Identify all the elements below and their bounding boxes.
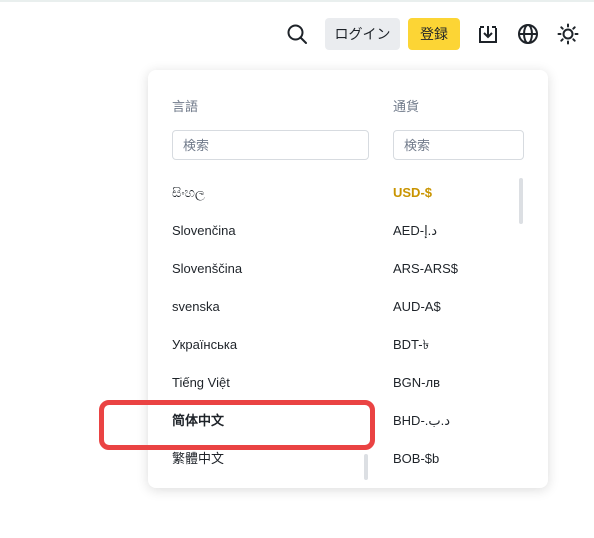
- language-item[interactable]: සිංහල: [172, 174, 367, 212]
- currency-item[interactable]: BOB-$b: [393, 440, 513, 478]
- language-item[interactable]: Slovenčina: [172, 212, 367, 250]
- download-icon[interactable]: [474, 20, 502, 48]
- language-search-input[interactable]: [172, 130, 369, 160]
- currency-item[interactable]: AED-د.إ: [393, 212, 513, 250]
- language-item[interactable]: Slovenščina: [172, 250, 367, 288]
- language-scrollbar[interactable]: [364, 454, 368, 480]
- currency-item[interactable]: BGN-лв: [393, 364, 513, 402]
- language-currency-dropdown: 言語 සිංහල Slovenčina Slovenščina svenska …: [148, 70, 548, 488]
- currency-search-input[interactable]: [393, 130, 524, 160]
- top-border: [0, 0, 594, 2]
- login-button[interactable]: ログイン: [325, 18, 400, 50]
- search-icon[interactable]: [283, 20, 311, 48]
- language-item[interactable]: Українська: [172, 326, 367, 364]
- currency-item[interactable]: AUD-A$: [393, 288, 513, 326]
- language-item[interactable]: svenska: [172, 288, 367, 326]
- currency-item[interactable]: BDT-৳: [393, 326, 513, 364]
- currency-scrollbar[interactable]: [519, 178, 523, 224]
- currency-item[interactable]: ARS-ARS$: [393, 250, 513, 288]
- currency-heading: 通貨: [393, 99, 420, 114]
- language-item-highlighted[interactable]: 简体中文: [172, 402, 367, 440]
- currency-list[interactable]: USD-$ AED-د.إ ARS-ARS$ AUD-A$ BDT-৳ BGN-…: [393, 174, 513, 480]
- register-button[interactable]: 登録: [408, 18, 460, 50]
- header-bar: ログイン 登録: [0, 16, 594, 52]
- sun-icon[interactable]: [554, 20, 582, 48]
- currency-item[interactable]: BHD-.د.ب: [393, 402, 513, 440]
- language-heading: 言語: [172, 99, 199, 114]
- language-item[interactable]: Tiếng Việt: [172, 364, 367, 402]
- globe-icon[interactable]: [514, 20, 542, 48]
- language-list[interactable]: සිංහල Slovenčina Slovenščina svenska Укр…: [172, 174, 367, 480]
- language-item[interactable]: 繁體中文: [172, 440, 367, 478]
- currency-item-selected[interactable]: USD-$: [393, 174, 513, 212]
